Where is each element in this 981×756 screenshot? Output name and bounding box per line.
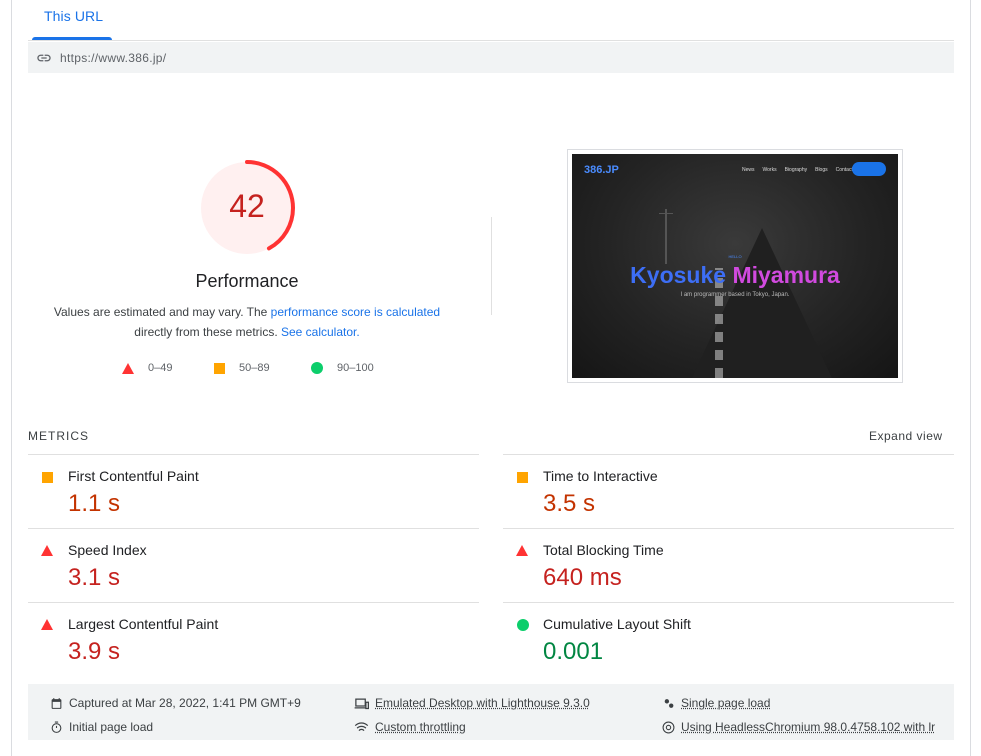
runtime-settings: Captured at Mar 28, 2022, 1:41 PM GMT+9 … <box>28 684 954 740</box>
triangle-icon <box>41 619 53 630</box>
metric-tbt: Total Blocking Time 640 ms <box>503 528 954 602</box>
tab-bar: This URL <box>28 0 954 41</box>
screenshot-image: 386.JP News Works Biography Blogs Contac… <box>572 154 898 378</box>
square-icon <box>42 472 53 483</box>
site-nav-button <box>852 162 886 176</box>
triangle-icon <box>516 545 528 556</box>
see-calculator-link[interactable]: See calculator. <box>281 325 360 339</box>
url-bar: https://www.386.jp/ <box>28 42 954 73</box>
active-tab-indicator <box>32 37 112 40</box>
road-shape <box>692 228 832 378</box>
wifi-icon <box>354 721 369 731</box>
square-icon <box>517 472 528 483</box>
legend-average: 50–89 <box>214 362 270 374</box>
metric-speed-index: Speed Index 3.1 s <box>28 528 479 602</box>
browser-version[interactable]: Using HeadlessChromium 98.0.4758.102 wit… <box>662 720 942 734</box>
metric-lcp: Largest Contentful Paint 3.9 s <box>28 602 479 676</box>
vertical-divider <box>491 217 492 315</box>
desktop-icon <box>354 698 369 709</box>
tab-this-url[interactable]: This URL <box>44 8 103 24</box>
square-icon <box>214 362 225 374</box>
expand-view-button[interactable]: Expand view <box>869 429 943 443</box>
link-icon <box>37 54 51 62</box>
site-logo: 386.JP <box>584 164 619 176</box>
circle-icon <box>517 619 529 631</box>
legend-pass: 90–100 <box>311 362 374 374</box>
timer-icon <box>51 721 62 733</box>
emulated-desktop[interactable]: Emulated Desktop with Lighthouse 9.3.0 <box>354 696 590 710</box>
circle-icon <box>311 362 323 374</box>
metrics-heading: METRICS <box>28 429 89 443</box>
metric-cls: Cumulative Layout Shift 0.001 <box>503 602 954 676</box>
captured-at: Captured at Mar 28, 2022, 1:41 PM GMT+9 <box>50 696 301 710</box>
performance-score: 42 <box>229 188 265 224</box>
chrome-icon <box>662 721 675 733</box>
score-calculated-link[interactable]: performance score is calculated <box>271 305 440 319</box>
people-icon <box>664 698 674 708</box>
single-page-load[interactable]: Single page load <box>662 696 770 710</box>
legend-fail: 0–49 <box>122 362 172 374</box>
site-hello: HELLO <box>728 254 742 259</box>
performance-label: Performance <box>195 271 299 291</box>
page-url: https://www.386.jp/ <box>60 51 167 65</box>
site-nav: News Works Biography Blogs Contact <box>742 167 853 173</box>
site-subtitle: I am programmer based in Tokyo, Japan. <box>680 292 790 298</box>
calendar-icon <box>51 697 62 709</box>
final-screenshot[interactable]: 386.JP News Works Biography Blogs Contac… <box>567 149 903 383</box>
custom-throttling[interactable]: Custom throttling <box>354 720 466 734</box>
site-hero-title: Kyosuke Miyamura <box>630 262 840 288</box>
triangle-icon <box>41 545 53 556</box>
score-description: Values are estimated and may vary. The p… <box>53 305 441 339</box>
metric-tti: Time to Interactive 3.5 s <box>503 454 954 528</box>
performance-gauge[interactable]: 42 <box>197 158 297 258</box>
triangle-icon <box>122 362 134 374</box>
initial-page-load: Initial page load <box>50 720 153 734</box>
metric-fcp: First Contentful Paint 1.1 s <box>28 454 479 528</box>
